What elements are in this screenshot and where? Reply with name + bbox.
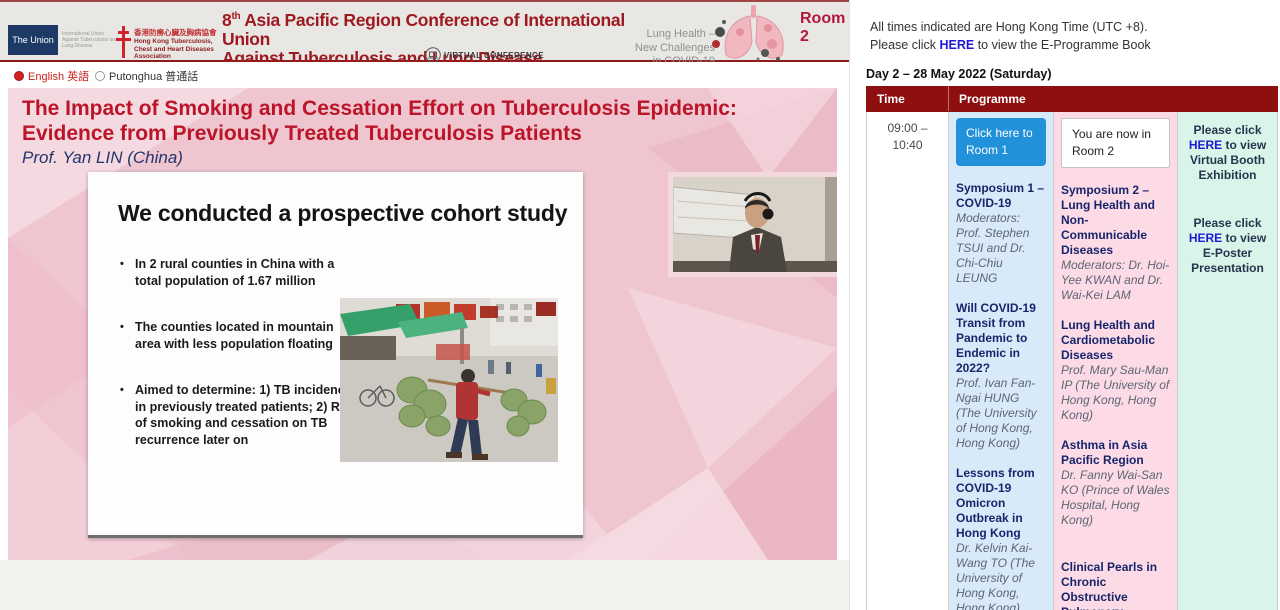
- room-label: Room 2: [800, 10, 849, 46]
- slide: We conducted a prospective cohort study …: [88, 172, 583, 538]
- session-item: Asthma in Asia Pacific Region Dr. Fanny …: [1061, 438, 1170, 528]
- hk-association-name-en: Hong Kong Tuberculosis, Chest and Heart …: [134, 38, 226, 61]
- session-title: Lung Health and Cardiometabolic Diseases: [1061, 318, 1170, 363]
- main-area: The Union International Union Against Tu…: [0, 0, 849, 610]
- session-title: Symposium 2 – Lung Health and Non-Commun…: [1061, 183, 1170, 258]
- language-english-label: English 英語: [28, 68, 89, 84]
- hk-association-name-zh: 香港防癆心臟及胸病協會: [134, 27, 217, 38]
- conference-banner: The Union International Union Against Tu…: [0, 0, 849, 62]
- eposter-prefix: Please click: [1193, 216, 1261, 230]
- laptop-icon: [425, 47, 441, 63]
- room1-column: Click here to Room 1 Symposium 1 – COVID…: [949, 112, 1054, 610]
- eposter-link[interactable]: HERE: [1189, 231, 1222, 245]
- session-time-cell: 09:00 – 10:40: [867, 112, 949, 610]
- session-item: Symposium 1 – COVID-19 Moderators: Prof.…: [956, 181, 1046, 286]
- theme-line2: New Challenges: [580, 42, 715, 56]
- session-speaker: Moderators: Dr. Hoi-Yee KWAN and Dr. Wai…: [1061, 258, 1170, 303]
- language-option-english[interactable]: English 英語: [14, 68, 89, 84]
- presentation-title-line2: Evidence from Previously Treated Tubercu…: [22, 122, 582, 145]
- slide-bullet: The counties located in mountain area wi…: [118, 319, 358, 352]
- virtual-booth-block: Please click HERE to view Virtual Booth …: [1183, 123, 1272, 183]
- title-ordinal: th: [231, 11, 240, 22]
- presentation-title: The Impact of Smoking and Cessation Effo…: [22, 96, 737, 146]
- theme-line1: Lung Health –: [580, 28, 715, 42]
- page-lower-background: [0, 560, 849, 610]
- street-photo: [340, 298, 558, 462]
- presentation-speaker: Prof. Yan LIN (China): [22, 148, 183, 168]
- lorraine-cross-icon: [116, 26, 131, 58]
- room1-button[interactable]: Click here to Room 1: [956, 118, 1046, 166]
- session-item: Clinical Pearls in Chronic Obstructive P…: [1061, 560, 1170, 610]
- session-item: Lessons from COVID-19 Omicron Outbreak i…: [956, 466, 1046, 610]
- time-start: 09:00 –: [867, 120, 948, 137]
- presentation-title-line1: The Impact of Smoking and Cessation Effo…: [22, 97, 737, 120]
- session-speaker: Dr. Kelvin Kai-Wang TO (The University o…: [956, 541, 1046, 610]
- note-suffix: to view the E-Programme Book: [974, 38, 1150, 52]
- note-prefix: Please click: [870, 38, 939, 52]
- title-line1: Asia Pacific Region Conference of Intern…: [222, 10, 625, 49]
- presenter-video[interactable]: [668, 172, 837, 277]
- time-note-line2: Please click HERE to view the E-Programm…: [870, 37, 1280, 55]
- time-note: All times indicated are Hong Kong Time (…: [870, 19, 1280, 54]
- session-speaker: Prof. Mary Sau-Man IP (The University of…: [1061, 363, 1170, 423]
- table-header-time: Time: [867, 87, 949, 112]
- language-putonghua-label: Putonghua 普通話: [109, 68, 198, 84]
- session-title: Will COVID-19 Transit from Pandemic to E…: [956, 301, 1046, 376]
- eposter-block: Please click HERE to view E-Poster Prese…: [1183, 216, 1272, 276]
- union-logo: The Union: [8, 25, 58, 55]
- day-heading: Day 2 – 28 May 2022 (Saturday): [866, 67, 1280, 81]
- booth-prefix: Please click: [1193, 123, 1261, 137]
- slide-bullet: In 2 rural counties in China with a tota…: [118, 256, 358, 289]
- room2-session-list: Symposium 2 – Lung Health and Non-Commun…: [1061, 183, 1170, 610]
- programme-sidebar: All times indicated are Hong Kong Time (…: [849, 0, 1280, 610]
- table-header-programme: Programme: [949, 87, 1278, 112]
- union-logo-subtext: International Union Against Tuberculosis…: [62, 31, 120, 49]
- language-bar: English 英語 Putonghua 普通話: [0, 62, 849, 88]
- links-column: Please click HERE to view Virtual Booth …: [1178, 112, 1278, 610]
- union-logo-label: The Union: [12, 35, 54, 45]
- presenter-video-frame: [673, 177, 837, 272]
- presentation-stage: The Impact of Smoking and Cessation Effo…: [8, 88, 837, 560]
- session-item: Will COVID-19 Transit from Pandemic to E…: [956, 301, 1046, 451]
- programme-table: Time Programme 09:00 – 10:40 Click here …: [866, 86, 1278, 610]
- slide-bullet-list: In 2 rural counties in China with a tota…: [118, 256, 358, 478]
- virtual-conference-label: VIRTUAL CONFERENCE: [444, 51, 544, 60]
- session-speaker: Moderators: Prof. Stephen TSUI and Dr. C…: [956, 211, 1046, 286]
- session-title: Symposium 1 – COVID-19: [956, 181, 1046, 211]
- radio-unselected-icon[interactable]: [95, 71, 105, 81]
- eprogramme-book-link[interactable]: HERE: [939, 38, 974, 52]
- slide-bullet: Aimed to determine: 1) TB incidence in p…: [118, 382, 358, 448]
- room2-column: You are now in Room 2 Symposium 2 – Lung…: [1054, 112, 1178, 610]
- virtual-booth-link[interactable]: HERE: [1189, 138, 1222, 152]
- room2-current-indicator: You are now in Room 2: [1061, 118, 1170, 168]
- time-note-line1: All times indicated are Hong Kong Time (…: [870, 19, 1280, 37]
- language-option-putonghua[interactable]: Putonghua 普通話: [95, 68, 198, 84]
- session-item: Lung Health and Cardiometabolic Diseases…: [1061, 318, 1170, 423]
- room1-session-list: Symposium 1 – COVID-19 Moderators: Prof.…: [956, 181, 1046, 610]
- session-title: Clinical Pearls in Chronic Obstructive P…: [1061, 560, 1170, 610]
- session-item: Symposium 2 – Lung Health and Non-Commun…: [1061, 183, 1170, 303]
- lungs-illustration: [710, 4, 798, 67]
- virtual-conference-badge: VIRTUAL CONFERENCE: [425, 47, 544, 63]
- session-title: Asthma in Asia Pacific Region: [1061, 438, 1170, 468]
- session-title: Lessons from COVID-19 Omicron Outbreak i…: [956, 466, 1046, 541]
- session-speaker: Prof. Ivan Fan-Ngai HUNG (The University…: [956, 376, 1046, 451]
- session-speaker: Dr. Fanny Wai-San KO (Prince of Wales Ho…: [1061, 468, 1170, 528]
- radio-selected-icon[interactable]: [14, 71, 24, 81]
- time-end: 10:40: [867, 137, 948, 154]
- slide-heading: We conducted a prospective cohort study: [118, 200, 567, 227]
